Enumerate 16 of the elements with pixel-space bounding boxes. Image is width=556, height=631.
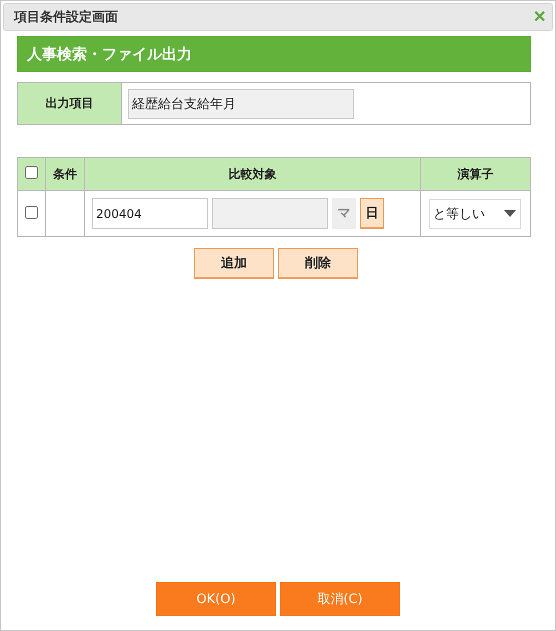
row-action-button[interactable]: 削除 — [278, 248, 358, 279]
value-field[interactable] — [212, 198, 328, 229]
value-field[interactable]: 200404 — [92, 198, 208, 229]
operator-dropdown[interactable]: と等しい — [429, 198, 521, 228]
output-item-label: 出力項目 — [18, 83, 122, 124]
select-all-checkbox[interactable] — [25, 166, 38, 179]
caret-icon — [504, 210, 516, 217]
window-title: 項目条件設定画面 — [14, 8, 118, 26]
column-header: 条件 — [46, 158, 84, 190]
row-checkbox[interactable] — [25, 206, 38, 218]
row-action-button[interactable]: 追加 — [194, 248, 274, 279]
output-item-field[interactable]: 経歴給台支給年月 — [128, 88, 354, 118]
picker-button[interactable]: 日 — [360, 198, 384, 229]
column-header: 比較対象 — [84, 158, 420, 190]
section-header: 人事検索・ファイル出力 — [17, 36, 531, 72]
column-header: 演算子 — [420, 158, 530, 190]
